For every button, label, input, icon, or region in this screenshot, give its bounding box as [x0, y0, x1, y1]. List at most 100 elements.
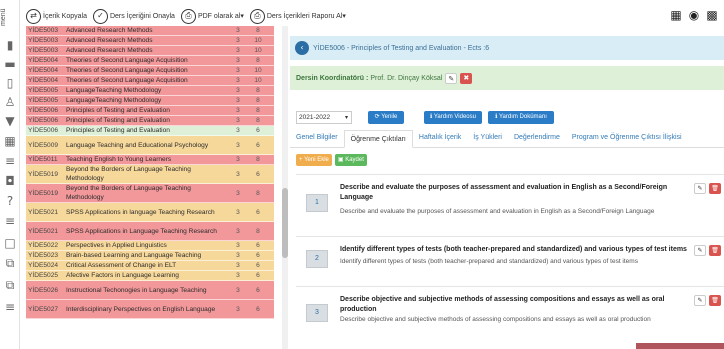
tab-5[interactable]: Program ve Öğrenme Çıktısı İlişkisi: [566, 129, 688, 147]
pdf-export-label: PDF olarak al: [197, 12, 241, 20]
course-ects: 8: [256, 97, 260, 104]
graduation-cap-icon[interactable]: ▼: [3, 114, 17, 128]
person-icon[interactable]: ♙: [3, 95, 17, 109]
course-row[interactable]: YİDE5027 Interdisciplinary Perspectives o…: [26, 300, 274, 319]
course-row[interactable]: YİDE5026 Instructional Techonogies in Lan…: [26, 281, 274, 300]
calendar-icon[interactable]: ▦: [3, 134, 17, 148]
trash-icon[interactable]: 🗑: [709, 295, 721, 306]
tv-icon[interactable]: ▬: [3, 57, 17, 71]
course-row[interactable]: YİDE5004 Theories of Second Language Acqu…: [26, 76, 274, 86]
top-right-icons: ▦ ◉ ▩: [666, 8, 720, 22]
course-row[interactable]: YİDE5004 Theories of Second Language Acqu…: [26, 56, 274, 66]
scrollbar[interactable]: [282, 26, 288, 349]
course-row[interactable]: YİDE5019 Beyond the Borders of Language T…: [26, 184, 274, 203]
settings-icon[interactable]: ◉: [686, 8, 702, 22]
course-row[interactable]: YİDE5023 Brain-based Learning and Languag…: [26, 251, 274, 261]
course-ects: 8: [256, 189, 260, 197]
course-row[interactable]: YİDE5024 Critical Assessment of Change in…: [26, 261, 274, 271]
menu-icon[interactable]: ≡: [3, 214, 17, 228]
refresh-label: Yenile: [381, 113, 398, 120]
help-video-label: Yardım Videosu: [433, 113, 476, 120]
course-code: YİDE5023: [28, 252, 59, 259]
course-row[interactable]: YİDE5004 Theories of Second Language Acqu…: [26, 66, 274, 76]
pdf-export-button[interactable]: ⎙ PDF olarak al ▾: [180, 8, 244, 24]
course-ects: 10: [254, 67, 262, 74]
course-credit: 3: [236, 37, 240, 44]
course-row[interactable]: YİDE5011 Teaching English to Young Learne…: [26, 155, 274, 165]
edit-coordinator-icon[interactable]: ✎: [445, 72, 458, 84]
objective-title: Describe and evaluate the purposes of as…: [340, 184, 668, 201]
trash-icon[interactable]: 🗑: [709, 245, 721, 256]
help-video-button[interactable]: ℹ Yardım Videosu: [424, 110, 482, 124]
copy-icon[interactable]: ⧉: [3, 278, 17, 292]
save-button[interactable]: ▣ Kaydet: [334, 154, 367, 166]
edit-icon[interactable]: ✎: [694, 245, 706, 256]
course-row[interactable]: YİDE5021 SPSS Applications in language Te…: [26, 203, 274, 222]
course-ects: 6: [256, 170, 260, 178]
course-ects: 6: [256, 272, 260, 279]
course-row[interactable]: YİDE5005 LanguageTeaching Methodology 3 8: [26, 86, 274, 96]
course-code: YİDE5003: [28, 37, 59, 44]
course-credit: 3: [236, 286, 240, 294]
question-icon[interactable]: ?: [3, 194, 17, 208]
tab-3[interactable]: İş Yükleri: [467, 129, 508, 147]
course-row[interactable]: YİDE5003 Advanced Research Methods 3 10: [26, 36, 274, 46]
course-row[interactable]: YİDE5006 Principles of Testing and Evalua…: [26, 126, 274, 136]
edit-icon[interactable]: ✎: [694, 183, 706, 194]
scroll-thumb[interactable]: [282, 188, 288, 258]
print-icon: ⎙: [249, 8, 265, 24]
approve-content-label: Ders İçeriğini Onayla: [109, 12, 175, 20]
course-row[interactable]: YİDE5019 Beyond the Borders of Language T…: [26, 165, 274, 184]
course-ects: 6: [256, 286, 260, 294]
course-name: Theories of Second Language Acquisition: [66, 77, 188, 84]
tab-2[interactable]: Haftalık İçerik: [413, 129, 467, 147]
course-name: Principles of Testing and Evaluation: [66, 107, 170, 114]
course-row[interactable]: YİDE5006 Principles of Testing and Evalua…: [26, 116, 274, 126]
edit-icon[interactable]: ✎: [694, 295, 706, 306]
trash-icon[interactable]: 🗑: [709, 183, 721, 194]
course-row[interactable]: YİDE5025 Afective Factors in Language Lea…: [26, 271, 274, 281]
refresh-button[interactable]: ⟳ Yenile: [368, 110, 404, 124]
book-icon[interactable]: ▮: [3, 38, 17, 52]
square-icon[interactable]: □: [3, 236, 17, 250]
course-ects: 6: [256, 127, 260, 134]
list-icon[interactable]: ≡: [3, 154, 17, 168]
year-select[interactable]: 2021-2022 ▾: [296, 110, 352, 124]
course-credit: 3: [236, 156, 240, 163]
report-button[interactable]: ⎙ Ders İçerikleri Raporu Al ▾: [249, 8, 346, 24]
copy-content-button[interactable]: ⇄ İçerik Kopyala: [26, 8, 87, 24]
file-icon[interactable]: ▯: [3, 76, 17, 90]
sidebar: menü ▮ ▬ ▯ ♙ ▼ ▦ ≡ ◘ ? ≡ □ ⧉ ⧉ ≡: [0, 0, 20, 349]
tab-4[interactable]: Değerlendirme: [508, 129, 566, 147]
course-credit: 3: [236, 87, 240, 94]
course-code: YİDE5005: [28, 87, 59, 94]
course-row[interactable]: YİDE5005 LanguageTeaching Methodology 3 8: [26, 96, 274, 106]
list-icon[interactable]: ≡: [3, 300, 17, 314]
course-ects: 8: [256, 87, 260, 94]
course-row[interactable]: YİDE5003 Advanced Research Methods 3 8: [26, 26, 274, 36]
course-row[interactable]: YİDE5006 Principles of Testing and Evalua…: [26, 106, 274, 116]
save-icon: ▣: [337, 157, 344, 163]
course-code: YİDE5021: [28, 208, 59, 216]
back-icon[interactable]: ‹: [295, 41, 309, 55]
course-row[interactable]: YİDE5021 SPSS Applications in Language Te…: [26, 222, 274, 241]
menu-label[interactable]: menü: [0, 0, 20, 34]
remove-coordinator-icon[interactable]: ✖: [460, 72, 473, 84]
copy-icon[interactable]: ⧉: [3, 256, 17, 270]
chevron-down-icon: ▾: [344, 113, 348, 121]
course-name: Principles of Testing and Evaluation: [66, 127, 170, 134]
tab-1[interactable]: Öğrenme Çıktıları: [343, 130, 413, 148]
approve-content-button[interactable]: ✓ Ders İçeriğini Onayla: [92, 8, 175, 24]
grid-icon[interactable]: ▩: [704, 8, 720, 22]
course-row[interactable]: YİDE5003 Advanced Research Methods 3 10: [26, 46, 274, 56]
help-doc-button[interactable]: ℹ Yardım Dokümanı: [488, 110, 554, 124]
course-row[interactable]: YİDE5009 Language Teaching and Educationa…: [26, 136, 274, 155]
course-credit: 3: [236, 272, 240, 279]
calendar-icon[interactable]: ▦: [668, 8, 684, 22]
tab-0[interactable]: Genel Bilgiler: [290, 129, 344, 147]
course-detail-panel: ‹ YİDE5006 - Principles of Testing and E…: [290, 26, 724, 349]
add-new-button[interactable]: + Yeni Ekle: [296, 154, 332, 166]
course-row[interactable]: YİDE5022 Perspectives in Applied Linguist…: [26, 241, 274, 251]
inbox-icon[interactable]: ◘: [3, 174, 17, 188]
course-credit: 3: [236, 170, 240, 178]
